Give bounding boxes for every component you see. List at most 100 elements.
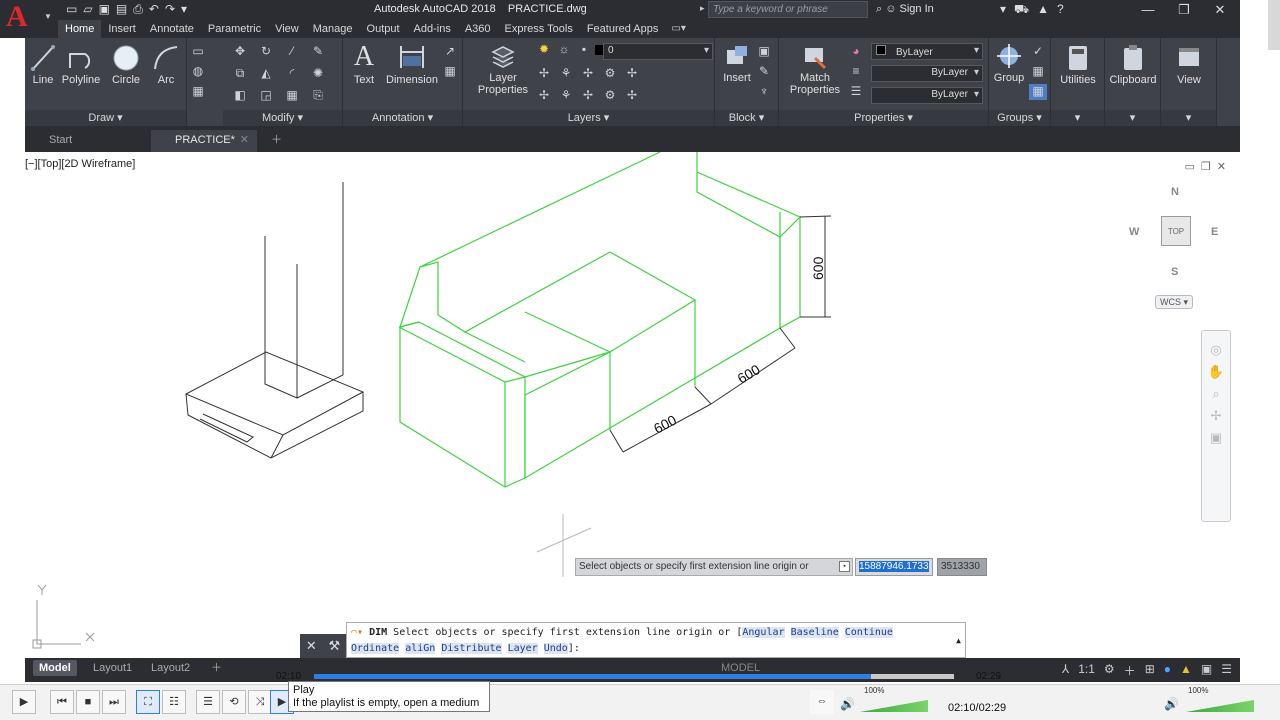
tab-featured-apps[interactable]: Featured Apps [580,20,666,38]
sign-in-button[interactable]: ⌕ ☺ Sign In [876,3,934,16]
group-edit-icon[interactable]: ▦ [1029,64,1047,80]
close-icon[interactable]: ✕ [1202,0,1238,20]
wcs-dropdown[interactable]: WCS ▾ [1155,295,1193,309]
playlist-icon[interactable]: ☰ [196,690,220,714]
scale-label[interactable]: 1:1 [1078,662,1095,679]
close-tab-icon[interactable]: ✕ [240,130,249,150]
annotation-scale-icon[interactable]: ⅄ [1062,662,1069,679]
exchange-icon[interactable]: ▲ [1037,2,1049,18]
new-file-icon[interactable]: ▭ [66,2,77,17]
view-dropdown[interactable]: ▾ [1161,110,1216,126]
save-icon[interactable]: ▣ [99,2,110,17]
layer-previous-icon[interactable]: ✢ [623,88,641,104]
array-icon[interactable]: ▦ [283,88,301,104]
tab-practice[interactable]: PRACTICE* ✕ [151,130,257,152]
tab-parametric[interactable]: Parametric [201,20,268,38]
viewcube-top-face[interactable]: TOP [1161,216,1191,246]
cart-icon[interactable]: ▾ [1000,2,1006,18]
ungroup-icon[interactable]: ✓ [1029,44,1047,60]
tab-insert[interactable]: Insert [101,20,143,38]
leader-icon[interactable]: ↗ [441,44,459,60]
tab-start[interactable]: Start [25,130,149,152]
new-tab-button[interactable]: ＋ [263,130,289,152]
plot-icon[interactable]: ⎙ [133,2,143,17]
undo-icon[interactable]: ↶ [149,2,159,17]
store-icon[interactable]: ⛟ [1014,2,1029,18]
dynamic-input-y[interactable]: 3513330 [937,558,987,576]
open-file-icon[interactable]: ▱ [83,2,92,17]
help-icon[interactable]: ? [1057,2,1064,18]
dimension-button[interactable]: Dimension [383,42,441,86]
layer-match-icon[interactable]: ✢ [623,66,641,82]
layer-thaw-icon[interactable]: ✢ [579,88,597,104]
customize-wrench-icon[interactable]: ⚒ [328,638,340,654]
layer-walk-icon[interactable]: ✢ [535,88,553,104]
option-layer[interactable]: Layer [507,643,538,654]
add-layout-button[interactable]: ＋ [205,660,228,676]
rotate-icon[interactable]: ↻ [257,44,275,60]
isolate-icon[interactable]: ● [1164,662,1171,679]
command-input[interactable]: ⌒▾ DIM Select objects or specify first e… [346,622,966,658]
tab-a360[interactable]: A360 [458,20,498,38]
arc-button[interactable]: Arc [151,44,181,86]
sun-icon[interactable]: ☼ [555,42,573,58]
color-dropdown[interactable]: ByLayer [871,43,983,60]
layer-isolate-icon[interactable]: ⚘ [557,66,575,82]
layer-dropdown[interactable]: 0 [603,43,713,60]
insert-button[interactable]: Insert [719,44,755,84]
bulb-icon[interactable]: ✹ [535,42,553,58]
stretch-icon[interactable]: ◧ [231,88,249,104]
customization-menu-icon[interactable]: ☰ [1221,662,1232,679]
explode-icon[interactable]: ✺ [309,66,327,82]
fullscreen-icon[interactable]: ⛶ [136,690,160,714]
tab-home[interactable]: Home [58,20,102,38]
viewcube-south[interactable]: S [1171,266,1178,278]
layer-properties-button[interactable]: Layer Properties [473,44,533,96]
color-wheel-icon[interactable]: ◕ [847,44,865,60]
option-continue[interactable]: Continue [844,627,893,638]
clipboard-dropdown[interactable]: ▾ [1105,110,1160,126]
view-button[interactable]: View [1161,44,1217,86]
modify-panel-title[interactable]: Modify ▾ [223,110,342,126]
minimize-icon[interactable]: — [1130,0,1166,20]
application-menu-button[interactable]: A ▼ [0,0,58,38]
tab-express-tools[interactable]: Express Tools [498,20,580,38]
dynamic-input-options-icon[interactable]: ▪ [839,561,850,572]
extended-settings-icon[interactable]: ☷ [162,690,186,714]
properties-panel-title[interactable]: Properties ▾ [779,110,988,126]
circle-button[interactable]: Circle [109,44,143,86]
edit-block-icon[interactable]: ✎ [755,64,773,80]
fillet-icon[interactable]: ◜ [283,66,301,82]
layer-unlock-icon[interactable]: ⚙ [601,88,619,104]
layer-lock-icon[interactable]: ⚙ [601,66,619,82]
volume-control-right[interactable]: 🔊 100% [1164,686,1256,714]
play-button[interactable]: ▶ [12,690,36,714]
viewcube-east[interactable]: E [1211,226,1218,238]
orbit-icon[interactable]: ✢ [1202,405,1230,427]
lineweight-icon[interactable]: ☰ [847,84,865,100]
search-input[interactable]: Type a keyword or phrase [708,1,868,18]
viewcube-west[interactable]: W [1129,226,1139,238]
tab-layout1[interactable]: Layout1 [87,660,138,676]
block-panel-title[interactable]: Block ▾ [715,110,778,126]
tab-output[interactable]: Output [360,20,407,38]
qat-dropdown-icon[interactable]: ▾ [181,2,187,17]
text-button[interactable]: A Text [349,42,379,87]
scale-icon[interactable]: ◲ [257,88,275,104]
gradient-icon[interactable]: ▦ [189,84,207,100]
close-command-line-icon[interactable]: ✕ [306,638,317,654]
seek-bar[interactable] [314,674,954,679]
option-baseline[interactable]: Baseline [790,627,839,638]
lineweight-dropdown[interactable]: ByLayer [871,87,983,104]
plus-icon[interactable]: ＋ [1124,662,1136,679]
restore-icon[interactable]: ❐ [1166,0,1202,20]
zoom-extents-icon[interactable]: ⌕ [1202,383,1230,405]
tab-add-ins[interactable]: Add-ins [407,20,458,38]
option-distribute[interactable]: Distribute [441,643,502,654]
option-align[interactable]: aliGn [405,643,436,654]
annotation-panel-title[interactable]: Annotation ▾ [343,110,462,126]
showmotion-icon[interactable]: ▣ [1202,427,1230,449]
utilities-button[interactable]: Utilities [1053,44,1103,86]
steering-wheel-icon[interactable]: ◎ [1202,339,1230,361]
copy-icon[interactable]: ⧉ [231,66,249,82]
